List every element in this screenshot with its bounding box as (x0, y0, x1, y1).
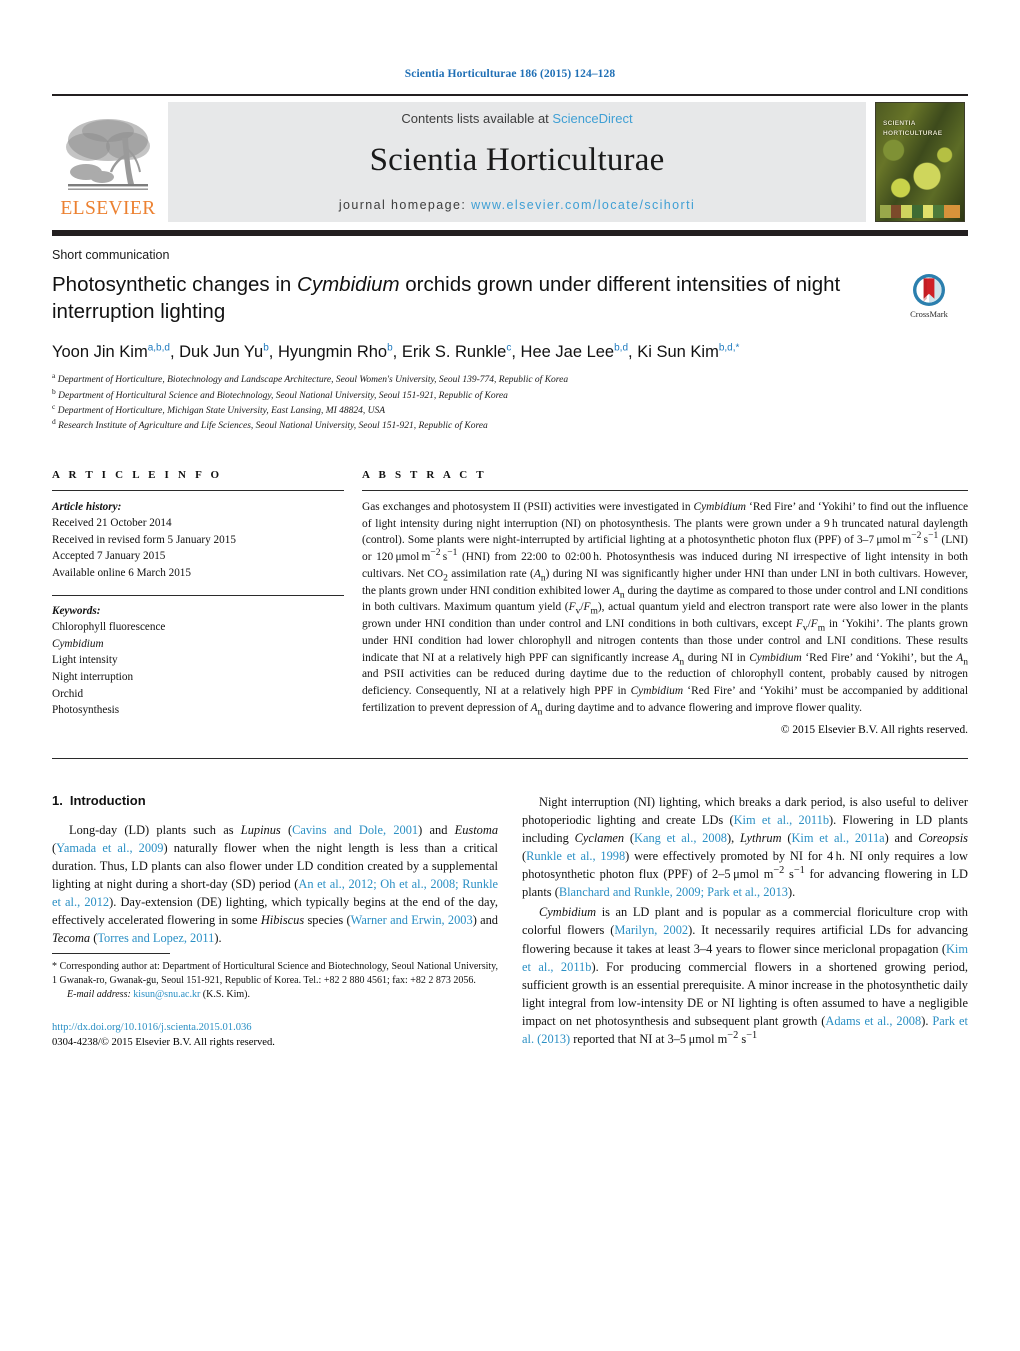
keywords-rule (52, 594, 344, 596)
cover-title-text: SCIENTIA HORTICULTURAE (883, 119, 942, 139)
affiliation-mark: c (52, 401, 56, 411)
article-type-label: Short communication (52, 248, 170, 262)
abstract-column: A B S T R A C T Gas exchanges and photos… (362, 469, 968, 736)
affiliation-item: a Department of Horticulture, Biotechnol… (52, 371, 968, 388)
keywords-label: Keywords: (52, 604, 101, 617)
affiliation-item: b Department of Horticultural Science an… (52, 386, 968, 404)
keyword-item: Chlorophyll fluorescence (52, 621, 166, 634)
paragraph: Night interruption (NI) lighting, which … (522, 794, 968, 900)
history-item: Available online 6 March 2015 (52, 567, 191, 580)
article-history: Article history: Received 21 October 201… (52, 499, 344, 582)
article-info-heading: A R T I C L E I N F O (52, 468, 223, 481)
keyword-item: Light intensity (52, 654, 118, 667)
affiliation-text: Department of Horticulture, Biotechnolog… (57, 375, 569, 386)
history-item: Received 21 October 2014 (52, 517, 172, 530)
contents-list-line: Contents lists available at ScienceDirec… (168, 111, 866, 126)
email-note: E-mail address: kisun@snu.ac.kr (K.S. Ki… (52, 988, 498, 1002)
journal-cover-thumbnail: SCIENTIA HORTICULTURAE (872, 102, 968, 222)
email-label: E-mail address: (67, 989, 131, 1001)
email-owner: (K.S. Kim). (202, 989, 251, 1001)
author-list: Yoon Jin Kima,b,d, Duk Jun Yub, Hyungmin… (52, 342, 740, 361)
abstract-body: Gas exchanges and photosystem II (PSII) … (362, 500, 969, 718)
cover-image: SCIENTIA HORTICULTURAE (875, 102, 965, 222)
keywords-block: Keywords: Chlorophyll fluorescence Cymbi… (52, 603, 344, 719)
affiliation-text: Research Institute of Agriculture and Li… (58, 421, 488, 432)
journal-band: Contents lists available at ScienceDirec… (168, 102, 866, 222)
abstract-rule (362, 489, 968, 491)
corresponding-author-note: * Corresponding author at: Department of… (52, 960, 498, 987)
sciencedirect-link[interactable]: ScienceDirect (552, 111, 632, 126)
elsevier-tree-icon (66, 118, 150, 190)
running-head: Scientia Horticulturae 186 (2015) 124–12… (404, 68, 616, 80)
cover-title-line-1: SCIENTIA (883, 120, 916, 127)
affiliation-list: a Department of Horticulture, Biotechnol… (52, 371, 968, 435)
crossmark-icon (913, 274, 945, 306)
keyword-item: Photosynthesis (52, 704, 120, 717)
elsevier-logo: ELSEVIER (52, 102, 164, 222)
journal-article-page: Scientia Horticulturae 186 (2015) 124–12… (0, 0, 1020, 1351)
crossmark-label: CrossMark (910, 309, 948, 319)
journal-masthead: ELSEVIER Contents lists available at Sci… (52, 94, 968, 222)
section-number: 1. (52, 792, 63, 808)
keyword-item: Night interruption (52, 670, 134, 683)
page-title: Photosynthetic changes in Cymbidium orch… (52, 273, 841, 324)
title-row: Photosynthetic changes in Cymbidium orch… (52, 271, 968, 326)
keyword-item: Cymbidium (52, 637, 104, 650)
elsevier-wordmark: ELSEVIER (60, 197, 156, 219)
affiliation-mark: d (52, 417, 56, 427)
doi-link[interactable]: http://dx.doi.org/10.1016/j.scienta.2015… (52, 1020, 498, 1035)
article-history-label: Article history: (52, 500, 122, 513)
journal-homepage-line: journal homepage: www.elsevier.com/locat… (168, 198, 866, 212)
journal-homepage-link[interactable]: www.elsevier.com/locate/scihorti (471, 198, 695, 212)
history-item: Accepted 7 January 2015 (52, 550, 166, 563)
masthead-bottom-rule (52, 230, 968, 236)
footnote-rule (52, 952, 170, 954)
section-title: Introduction (69, 792, 146, 808)
article-info-rule (52, 489, 344, 491)
paragraph: Long-day (LD) plants such as Lupinus (Ca… (52, 822, 499, 946)
abstract-heading: A B S T R A C T (362, 468, 487, 481)
section-heading-introduction: 1. Introduction (52, 793, 498, 808)
article-info-column: A R T I C L E I N F O Article history: R… (52, 469, 362, 736)
keyword-item: Orchid (52, 687, 84, 700)
body-columns: 1. Introduction Long-day (LD) plants such… (52, 793, 968, 1051)
body-column-right: Night interruption (NI) lighting, which … (522, 793, 968, 1051)
email-link[interactable]: kisun@snu.ac.kr (133, 989, 200, 1000)
affiliation-text: Department of Horticulture, Michigan Sta… (57, 406, 386, 416)
info-abstract-block: A R T I C L E I N F O Article history: R… (52, 469, 968, 736)
cover-title-line-2: HORTICULTURAE (883, 129, 943, 137)
doi-block: http://dx.doi.org/10.1016/j.scienta.2015… (52, 1020, 498, 1051)
affiliation-text: Department of Horticultural Science and … (58, 390, 508, 401)
affiliation-item: d Research Institute of Agriculture and … (52, 417, 968, 434)
affiliation-mark: b (52, 386, 56, 396)
abstract-copyright: © 2015 Elsevier B.V. All rights reserved… (780, 723, 968, 736)
body-column-left: 1. Introduction Long-day (LD) plants such… (52, 793, 498, 1051)
footnote-area: * Corresponding author at: Department of… (52, 952, 498, 1051)
journal-title: Scientia Horticulturae (369, 141, 665, 178)
paragraph: Cymbidium is an LD plant and is popular … (522, 905, 968, 1047)
issn-copyright-line: 0304-4238/© 2015 Elsevier B.V. All right… (52, 1036, 275, 1048)
history-item: Received in revised form 5 January 2015 (52, 533, 236, 546)
affiliation-item: c Department of Horticulture, Michigan S… (52, 401, 968, 419)
cover-color-strip (880, 205, 960, 218)
crossmark-badge[interactable]: CrossMark (890, 271, 968, 319)
homepage-prefix: journal homepage: (338, 198, 472, 212)
abstract-bottom-rule (52, 757, 968, 759)
affiliation-mark: a (52, 371, 56, 381)
contents-prefix: Contents lists available at (401, 111, 553, 126)
